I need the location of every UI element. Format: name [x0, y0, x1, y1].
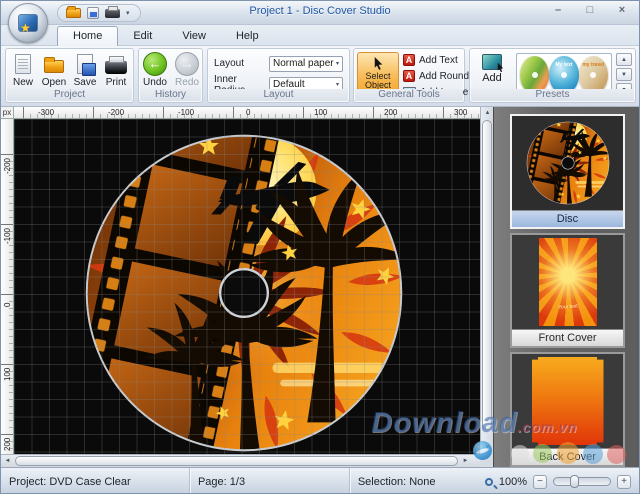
vertical-scrollbar[interactable]: ▲ ▼: [480, 107, 493, 454]
front-cover-thumbnail-label: Front Cover: [512, 329, 623, 346]
print-button[interactable]: Print: [101, 52, 131, 88]
undo-button[interactable]: ← Undo ▾: [140, 52, 170, 93]
canvas-area: px -300 -200 -100 0 100 200 300 -200 -10…: [1, 107, 493, 467]
minimize-button[interactable]: –: [549, 4, 567, 18]
front-cover-sample-text: Your text: [538, 302, 596, 312]
select-object-button[interactable]: Select Object: [357, 52, 399, 94]
page-thumbnail-front-cover[interactable]: Your text Front Cover: [510, 233, 625, 348]
disc-thumbnail-label: Disc: [512, 210, 623, 227]
layout-select-dropdown-icon[interactable]: ▾: [336, 62, 339, 66]
gallery-scroll-down-icon[interactable]: ▼: [616, 68, 632, 81]
group-label-general-tools: General Tools: [355, 89, 463, 101]
group-label-presets: Presets: [471, 89, 634, 101]
cursor-arrow-icon: [371, 56, 386, 71]
page-thumbnail-disc[interactable]: Disc: [510, 114, 625, 229]
maximize-button[interactable]: □: [581, 4, 599, 18]
save-button[interactable]: Save: [70, 52, 100, 88]
horizontal-scrollbar[interactable]: ◄ ►: [1, 454, 480, 467]
ribbon-group-project: New ▾ Open Save Print Project: [5, 48, 134, 103]
close-button[interactable]: ×: [613, 4, 631, 18]
ribbon-group-layout: Layout Normal paper ▾ Inner Radius Defau…: [207, 48, 350, 103]
ruler-unit-label: px: [1, 107, 14, 119]
back-cover-thumbnail-label: Back Cover: [512, 448, 623, 465]
printer-icon: [104, 52, 128, 76]
tab-edit[interactable]: Edit: [118, 27, 167, 45]
save-floppy-icon: [73, 52, 97, 76]
tab-home[interactable]: Home: [57, 26, 118, 46]
pages-panel: Disc Your text Front Cover Back Cover: [493, 107, 640, 467]
open-button[interactable]: Open: [39, 52, 69, 88]
scroll-left-icon[interactable]: ◄: [1, 455, 14, 467]
zoom-slider[interactable]: [553, 477, 611, 486]
horizontal-scroll-thumb[interactable]: [15, 456, 458, 466]
vertical-scroll-thumb[interactable]: [482, 120, 492, 430]
add-round-text-icon: A: [403, 70, 415, 82]
zoom-slider-thumb[interactable]: [570, 475, 579, 488]
preset-disc-blue-text: My text: [549, 62, 578, 68]
new-button[interactable]: New ▾: [8, 52, 38, 93]
zoom-in-button[interactable]: +: [617, 475, 631, 489]
inner-radius-select-dropdown-icon[interactable]: ▾: [336, 83, 339, 87]
application-menu-button[interactable]: [8, 3, 48, 43]
layout-field-label: Layout: [214, 58, 269, 69]
tab-help[interactable]: Help: [221, 27, 274, 45]
ribbon-group-history: ← Undo ▾ → Redo ▾ History: [138, 48, 203, 103]
window-title: Project 1 - Disc Cover Studio: [1, 5, 639, 17]
redo-icon: →: [175, 52, 199, 76]
ribbon-group-general-tools: Select Object A Add Text A Add Round Tex…: [353, 48, 465, 103]
preset-disc-travel-text: my travel: [579, 62, 608, 68]
front-cover-art: Your text: [539, 238, 597, 326]
back-cover-art: [532, 357, 604, 445]
status-page: Page: 1/3: [190, 468, 350, 494]
new-document-icon: [11, 52, 35, 76]
group-label-history: History: [140, 89, 201, 101]
window-controls: – □ ×: [549, 4, 631, 18]
ribbon-group-presets: Add My text my travel ▲ ▼ ▾ Presets: [469, 48, 636, 103]
app-window: ▾ Project 1 - Disc Cover Studio – □ × Ho…: [0, 0, 640, 494]
tab-view[interactable]: View: [167, 27, 221, 45]
gallery-scroll-up-icon[interactable]: ▲: [616, 53, 632, 66]
status-selection: Selection: None: [350, 468, 485, 494]
title-bar: ▾ Project 1 - Disc Cover Studio – □ ×: [1, 1, 639, 25]
page-thumbnail-back-cover[interactable]: Back Cover: [510, 352, 625, 467]
disc-thumbnail-image: [512, 116, 623, 210]
scrollbar-corner: [480, 454, 493, 467]
zoom-controls: 100% − +: [485, 475, 639, 489]
add-preset-button[interactable]: Add: [474, 54, 510, 84]
disc-artwork[interactable]: [82, 131, 406, 454]
vertical-ruler: -200 -100 0 100 200: [1, 119, 14, 454]
ribbon: New ▾ Open Save Print Project ← Undo ▾: [1, 46, 639, 107]
horizontal-ruler: -300 -200 -100 0 100 200 300: [14, 107, 480, 119]
back-cover-thumbnail-image: [512, 354, 623, 448]
group-label-project: Project: [7, 89, 132, 101]
undo-icon: ←: [143, 52, 167, 76]
status-bar: Project: DVD Case Clear Page: 1/3 Select…: [1, 467, 639, 494]
design-canvas[interactable]: [14, 119, 480, 454]
front-cover-thumbnail-image: Your text: [512, 235, 623, 329]
group-label-layout: Layout: [209, 89, 348, 101]
redo-button[interactable]: → Redo ▾: [172, 52, 202, 93]
open-folder-icon: [42, 52, 66, 76]
status-project: Project: DVD Case Clear: [1, 468, 190, 494]
add-text-button[interactable]: A Add Text: [403, 53, 458, 67]
app-icon: [18, 14, 38, 32]
magnifier-icon: [485, 478, 493, 486]
scroll-right-icon[interactable]: ►: [459, 455, 472, 467]
zoom-out-button[interactable]: −: [533, 475, 547, 489]
zoom-level: 100%: [499, 476, 527, 488]
add-preset-icon: [482, 54, 502, 70]
ribbon-tab-row: Home Edit View Help: [1, 25, 639, 46]
layout-select[interactable]: Normal paper ▾: [269, 56, 343, 72]
add-text-icon: A: [403, 54, 415, 66]
